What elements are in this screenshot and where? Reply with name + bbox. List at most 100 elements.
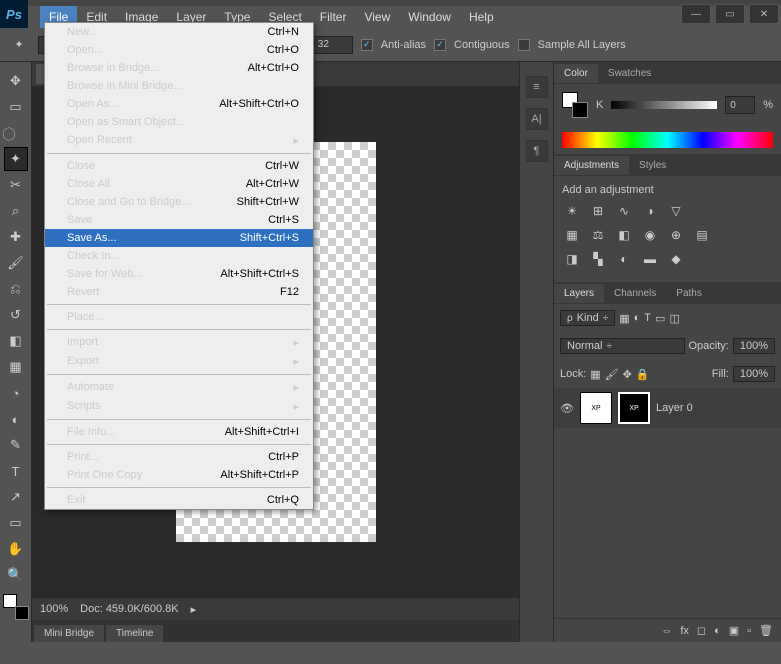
history-panel-icon[interactable]: ≡: [526, 76, 548, 98]
k-slider[interactable]: [611, 101, 717, 109]
file-menu-item[interactable]: SaveCtrl+S: [45, 211, 313, 229]
layer-thumbnail[interactable]: XP: [580, 392, 612, 424]
file-menu-item[interactable]: Browse in Mini Bridge...: [45, 77, 313, 95]
maximize-button[interactable]: ▭: [715, 4, 745, 24]
status-arrow-icon[interactable]: ▸: [191, 603, 197, 616]
file-menu-item[interactable]: RevertF12: [45, 283, 313, 301]
layer-name[interactable]: Layer 0: [656, 402, 693, 414]
sample-all-checkbox[interactable]: [518, 39, 530, 51]
filter-adjust-icon[interactable]: ◐: [634, 312, 641, 324]
eraser-tool[interactable]: ◧: [4, 329, 28, 353]
file-menu-item[interactable]: ExitCtrl+Q: [45, 491, 313, 509]
styles-tab[interactable]: Styles: [629, 156, 676, 175]
filter-pixel-icon[interactable]: ▦: [619, 312, 629, 325]
lookup-icon[interactable]: ▤: [692, 226, 712, 244]
menu-filter[interactable]: Filter: [311, 6, 356, 28]
layer-mask-thumbnail[interactable]: XP: [618, 392, 650, 424]
visibility-icon[interactable]: 👁: [560, 401, 574, 415]
filter-shape-icon[interactable]: ▭: [655, 312, 665, 325]
posterize-icon[interactable]: ▚: [588, 250, 608, 268]
zoom-tool[interactable]: 🔍: [4, 563, 28, 587]
new-fill-icon[interactable]: ◐: [714, 625, 721, 637]
file-menu-item[interactable]: Save for Web...Alt+Shift+Ctrl+S: [45, 265, 313, 283]
fill-input[interactable]: 100%: [733, 366, 775, 382]
pen-tool[interactable]: ✎: [4, 433, 28, 457]
dodge-tool[interactable]: ◐: [4, 407, 28, 431]
minimize-button[interactable]: —: [681, 4, 711, 24]
channel-mixer-icon[interactable]: ⊕: [666, 226, 686, 244]
magic-wand-tool[interactable]: ✦: [4, 147, 28, 171]
new-group-icon[interactable]: ▣: [729, 624, 739, 637]
selective-color-icon[interactable]: ◆: [666, 250, 686, 268]
file-menu-item[interactable]: Close AllAlt+Ctrl+W: [45, 175, 313, 193]
invert-icon[interactable]: ◨: [562, 250, 582, 268]
eyedropper-tool[interactable]: ⌕: [4, 199, 28, 223]
file-menu-item[interactable]: Open Recent▸: [45, 131, 313, 150]
marquee-tool[interactable]: ▭: [4, 95, 28, 119]
file-menu-item[interactable]: Automate▸: [45, 378, 313, 397]
file-menu-item[interactable]: Browse in Bridge...Alt+Ctrl+O: [45, 59, 313, 77]
layer-row[interactable]: 👁 XP XP Layer 0: [554, 388, 781, 428]
threshold-icon[interactable]: ◐: [614, 250, 634, 268]
contiguous-checkbox[interactable]: ✓: [434, 39, 446, 51]
blur-tool[interactable]: ◔: [4, 381, 28, 405]
layers-tab[interactable]: Layers: [554, 284, 604, 303]
link-layers-icon[interactable]: ⇔: [661, 625, 672, 637]
lock-all-icon[interactable]: 🔒: [636, 368, 650, 381]
mini-bridge-tab[interactable]: Mini Bridge: [34, 625, 104, 642]
stamp-tool[interactable]: ⎌: [4, 277, 28, 301]
channels-tab[interactable]: Channels: [604, 284, 666, 303]
lasso-tool[interactable]: ⃝: [4, 121, 28, 145]
hand-tool[interactable]: ✋: [4, 537, 28, 561]
paths-tab[interactable]: Paths: [666, 284, 712, 303]
lock-transparency-icon[interactable]: ▦: [590, 368, 600, 381]
filter-smart-icon[interactable]: ◫: [669, 312, 679, 325]
blend-mode-select[interactable]: Normal ÷: [560, 338, 685, 354]
move-tool[interactable]: ✥: [4, 69, 28, 93]
color-swatches[interactable]: [3, 594, 29, 620]
file-menu-item[interactable]: Print...Ctrl+P: [45, 448, 313, 466]
file-menu-item[interactable]: Open...Ctrl+O: [45, 41, 313, 59]
color-picker-swatches[interactable]: [562, 92, 588, 118]
timeline-tab[interactable]: Timeline: [106, 625, 163, 642]
file-menu-item[interactable]: Place...: [45, 308, 313, 326]
tolerance-input[interactable]: [313, 36, 353, 54]
file-menu-item[interactable]: Close and Go to Bridge...Shift+Ctrl+W: [45, 193, 313, 211]
gradient-tool[interactable]: ▦: [4, 355, 28, 379]
file-menu-item[interactable]: Print One CopyAlt+Shift+Ctrl+P: [45, 466, 313, 484]
menu-help[interactable]: Help: [460, 6, 503, 28]
filter-type-icon[interactable]: T: [644, 312, 651, 324]
paragraph-panel-icon[interactable]: ¶: [526, 140, 548, 162]
hue-icon[interactable]: ▦: [562, 226, 582, 244]
healing-tool[interactable]: ✚: [4, 225, 28, 249]
file-menu-item[interactable]: New...Ctrl+N: [45, 23, 313, 41]
file-menu-item[interactable]: Import▸: [45, 333, 313, 352]
exposure-icon[interactable]: ◑: [640, 202, 660, 220]
path-tool[interactable]: ↗: [4, 485, 28, 509]
close-window-button[interactable]: ✕: [749, 4, 779, 24]
filter-kind-select[interactable]: ρ Kind ÷: [560, 310, 615, 326]
photo-filter-icon[interactable]: ◉: [640, 226, 660, 244]
file-menu-item[interactable]: CloseCtrl+W: [45, 157, 313, 175]
bw-icon[interactable]: ◧: [614, 226, 634, 244]
file-menu-item[interactable]: File Info...Alt+Shift+Ctrl+I: [45, 423, 313, 441]
lock-position-icon[interactable]: ✥: [623, 368, 632, 381]
file-menu-item[interactable]: Scripts▸: [45, 397, 313, 416]
vibrance-icon[interactable]: ▽: [666, 202, 686, 220]
crop-tool[interactable]: ✂: [4, 173, 28, 197]
delete-layer-icon[interactable]: 🗑: [759, 624, 773, 637]
menu-window[interactable]: Window: [399, 6, 460, 28]
layer-style-icon[interactable]: fx: [680, 625, 689, 637]
file-menu-item[interactable]: Export▸: [45, 352, 313, 371]
menu-view[interactable]: View: [355, 6, 399, 28]
layer-mask-icon[interactable]: ◻: [697, 624, 706, 637]
swatches-tab[interactable]: Swatches: [598, 64, 661, 83]
file-menu-item[interactable]: Open as Smart Object...: [45, 113, 313, 131]
history-brush-tool[interactable]: ↺: [4, 303, 28, 327]
color-ramp[interactable]: [562, 132, 773, 148]
adjustments-tab[interactable]: Adjustments: [554, 156, 629, 175]
file-menu-item[interactable]: Open As...Alt+Shift+Ctrl+O: [45, 95, 313, 113]
lock-pixels-icon[interactable]: 🖌: [605, 368, 619, 381]
brush-tool[interactable]: 🖌: [4, 251, 28, 275]
k-value-input[interactable]: [725, 96, 755, 114]
